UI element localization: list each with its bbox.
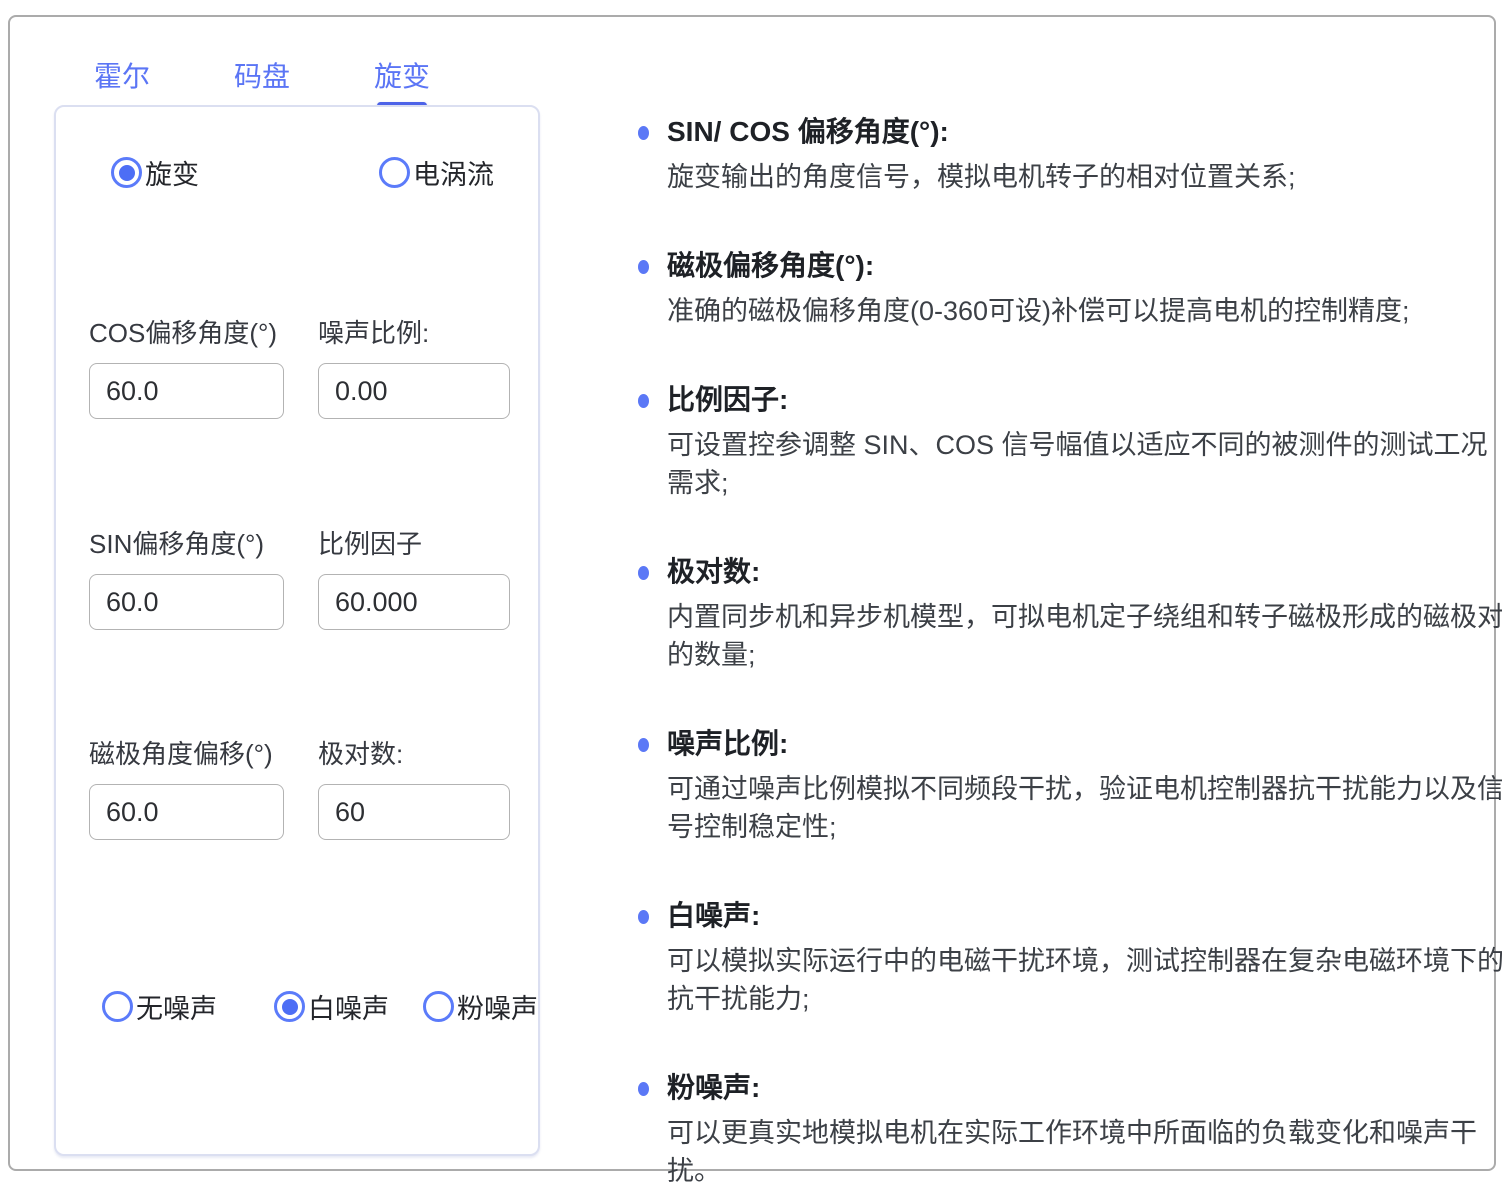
radio-white-noise[interactable]: 白噪声 [274, 987, 389, 1026]
sin-offset-input[interactable] [89, 574, 284, 630]
bullet-icon [638, 126, 649, 140]
desc-body: 旋变输出的角度信号，模拟电机转子的相对位置关系; [667, 158, 1502, 196]
desc-title: SIN/ COS 偏移角度(°): [667, 115, 1502, 149]
radio-no-noise-label: 无噪声 [136, 987, 217, 1026]
radio-white-noise-label: 白噪声 [308, 987, 389, 1026]
radio-resolver[interactable]: 旋变 [111, 153, 199, 192]
desc-item-pole-offset: 磁极偏移角度(°): 准确的磁极偏移角度(0-360可设)补偿可以提高电机的控制… [638, 249, 1502, 330]
tab-encoder-label: 码盘 [234, 61, 290, 92]
pole-pairs-input[interactable] [318, 784, 510, 840]
desc-title: 白噪声: [667, 899, 1502, 933]
desc-body: 可设置控参调整 SIN、COS 信号幅值以适应不同的被测件的测试工况需求; [667, 426, 1502, 502]
tab-hall[interactable]: 霍尔 [94, 55, 150, 109]
bullet-icon [638, 260, 649, 274]
description-list: SIN/ COS 偏移角度(°): 旋变输出的角度信号，模拟电机转子的相对位置关… [638, 115, 1502, 1190]
noise-ratio-label: 噪声比例: [318, 313, 510, 350]
desc-item-white-noise: 白噪声: 可以模拟实际运行中的电磁干扰环境，测试控制器在复杂电磁环境下的抗干扰能… [638, 899, 1502, 1018]
field-sin-offset: SIN偏移角度(°) [89, 524, 284, 630]
desc-title: 比例因子: [667, 383, 1502, 417]
field-cos-offset: COS偏移角度(°) [89, 313, 284, 419]
field-scale-factor: 比例因子 [318, 524, 510, 630]
desc-title: 磁极偏移角度(°): [667, 249, 1502, 283]
radio-no-noise[interactable]: 无噪声 [102, 987, 217, 1026]
desc-title: 粉噪声: [667, 1071, 1502, 1105]
radio-pink-noise[interactable]: 粉噪声 [423, 987, 538, 1026]
tab-encoder[interactable]: 码盘 [234, 55, 290, 109]
app-frame: 霍尔 码盘 旋变 旋变 电涡流 COS偏移角度(°) 噪声比例: [8, 15, 1496, 1171]
bullet-icon [638, 394, 649, 408]
field-pole-pairs: 极对数: [318, 734, 510, 840]
bullet-icon [638, 566, 649, 580]
pole-pairs-label: 极对数: [318, 734, 510, 771]
desc-item-scale-factor: 比例因子: 可设置控参调整 SIN、COS 信号幅值以适应不同的被测件的测试工况… [638, 383, 1502, 502]
sin-offset-label: SIN偏移角度(°) [89, 524, 284, 561]
tab-hall-label: 霍尔 [94, 61, 150, 92]
scale-factor-input[interactable] [318, 574, 510, 630]
resolver-settings-panel: 旋变 电涡流 COS偏移角度(°) 噪声比例: SIN偏移角度(°) 比例因子 … [54, 105, 540, 1156]
pole-angle-offset-label: 磁极角度偏移(°) [89, 734, 284, 771]
desc-title: 噪声比例: [667, 727, 1502, 761]
bullet-icon [638, 738, 649, 752]
desc-item-pink-noise: 粉噪声: 可以更真实地模拟电机在实际工作环境中所面临的负载变化和噪声干扰。 [638, 1071, 1502, 1190]
pole-angle-offset-input[interactable] [89, 784, 284, 840]
radio-circle-icon [274, 991, 305, 1022]
cos-offset-label: COS偏移角度(°) [89, 313, 284, 350]
desc-body: 可以模拟实际运行中的电磁干扰环境，测试控制器在复杂电磁环境下的抗干扰能力; [667, 942, 1502, 1018]
scale-factor-label: 比例因子 [318, 524, 510, 561]
desc-body: 准确的磁极偏移角度(0-360可设)补偿可以提高电机的控制精度; [667, 292, 1502, 330]
tab-bar: 霍尔 码盘 旋变 [94, 55, 430, 109]
bullet-icon [638, 910, 649, 924]
desc-item-pole-pairs: 极对数: 内置同步机和异步机模型，可拟电机定子绕组和转子磁极形成的磁极对的数量; [638, 555, 1502, 674]
field-noise-ratio: 噪声比例: [318, 313, 510, 419]
bullet-icon [638, 1082, 649, 1096]
desc-body: 可通过噪声比例模拟不同频段干扰，验证电机控制器抗干扰能力以及信号控制稳定性; [667, 770, 1502, 846]
tab-resolver[interactable]: 旋变 [374, 55, 430, 109]
radio-circle-icon [423, 991, 454, 1022]
desc-body: 可以更真实地模拟电机在实际工作环境中所面临的负载变化和噪声干扰。 [667, 1114, 1502, 1190]
radio-circle-icon [379, 157, 410, 188]
radio-circle-icon [102, 991, 133, 1022]
radio-pink-noise-label: 粉噪声 [457, 987, 538, 1026]
field-pole-angle-offset: 磁极角度偏移(°) [89, 734, 284, 840]
radio-circle-icon [111, 157, 142, 188]
tab-resolver-label: 旋变 [374, 61, 430, 92]
desc-body: 内置同步机和异步机模型，可拟电机定子绕组和转子磁极形成的磁极对的数量; [667, 598, 1502, 674]
radio-eddy-current-label: 电涡流 [413, 153, 494, 192]
noise-ratio-input[interactable] [318, 363, 510, 419]
radio-eddy-current[interactable]: 电涡流 [379, 153, 494, 192]
radio-resolver-label: 旋变 [145, 153, 199, 192]
cos-offset-input[interactable] [89, 363, 284, 419]
desc-title: 极对数: [667, 555, 1502, 589]
desc-item-noise-ratio: 噪声比例: 可通过噪声比例模拟不同频段干扰，验证电机控制器抗干扰能力以及信号控制… [638, 727, 1502, 846]
desc-item-sin-cos-offset: SIN/ COS 偏移角度(°): 旋变输出的角度信号，模拟电机转子的相对位置关… [638, 115, 1502, 196]
